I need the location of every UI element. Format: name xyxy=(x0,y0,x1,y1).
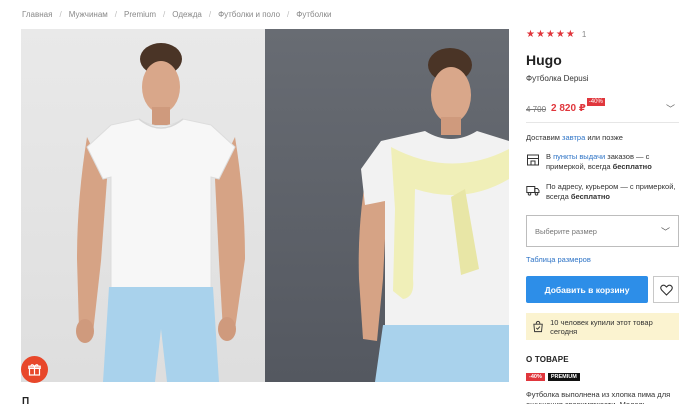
delivery-suffix: или позже xyxy=(585,133,623,142)
product-brand[interactable]: Hugo xyxy=(526,52,686,68)
breadcrumb-separator: / xyxy=(287,10,290,19)
popularity-text: 10 человек купили этот товар сегодня xyxy=(550,317,653,336)
chevron-down-icon: ﹀ xyxy=(660,226,670,237)
size-select[interactable]: Выберите размер ﹀ xyxy=(526,215,679,247)
rating-stars-icon: ★★★★★ xyxy=(526,28,576,40)
section-heading-partial: П xyxy=(22,396,30,404)
purchase-actions: Добавить в корзину xyxy=(526,276,686,303)
add-to-cart-button[interactable]: Добавить в корзину xyxy=(526,276,648,303)
product-tags: -40% PREMIUM xyxy=(526,373,686,381)
model-styled-illustration xyxy=(358,48,509,382)
courier-text: По адресу, курьером — с примеркой, всегд… xyxy=(546,182,686,202)
shopping-bag-icon xyxy=(533,320,543,333)
product-photo-front[interactable] xyxy=(21,29,265,382)
delivery-date: Доставим завтра или позже xyxy=(526,133,686,142)
discount-badge: -40% xyxy=(586,98,605,106)
product-name: Футболка Depusi xyxy=(526,74,589,83)
breadcrumb-separator: / xyxy=(114,10,118,19)
sale-tag: -40% xyxy=(526,373,545,381)
popularity-banner: 10 человек купили этот товар сегодня xyxy=(526,313,679,340)
courier-body: По адресу, курьером — с примеркой, всегд… xyxy=(546,182,676,201)
price-block[interactable]: 4 700 2 820 ₽ -40% ﹀ xyxy=(526,98,679,115)
breadcrumb-home[interactable]: Главная xyxy=(22,10,52,19)
rating-count: 1 xyxy=(581,29,587,39)
chevron-down-icon[interactable]: ﹀ xyxy=(666,102,675,115)
premium-tag: PREMIUM xyxy=(547,373,580,381)
breadcrumb-separator: / xyxy=(59,10,62,19)
product-description: Футболка выполнена из хлопка пима для ощ… xyxy=(526,390,671,404)
size-select-placeholder: Выберите размер xyxy=(535,226,597,236)
current-price: 2 820 ₽ xyxy=(551,103,586,114)
about-product-heading: О ТОВАРЕ xyxy=(526,355,569,364)
breadcrumb-clothing[interactable]: Одежда xyxy=(172,10,202,19)
breadcrumb-premium[interactable]: Premium xyxy=(124,10,156,19)
wishlist-button[interactable] xyxy=(653,276,679,303)
breadcrumb: Главная / Мужчинам / Premium / Одежда / … xyxy=(22,10,332,19)
delivery-prefix: Доставим xyxy=(526,133,563,142)
courier-free: бесплатно xyxy=(570,192,610,201)
breadcrumb-separator: / xyxy=(208,10,212,19)
gift-icon xyxy=(28,364,41,376)
size-table-link[interactable]: Таблица размеров xyxy=(526,255,686,264)
product-info-panel: ★★★★★ 1 Hugo Футболка Depusi 4 700 2 820… xyxy=(526,28,686,404)
pickup-points-link[interactable]: пункты выдачи xyxy=(553,152,605,161)
pickup-text: В пункты выдачи заказов — с примеркой, в… xyxy=(546,152,686,172)
heart-icon xyxy=(659,284,673,296)
pickup-free: бесплатно xyxy=(612,162,652,171)
courier-truck-icon xyxy=(526,186,540,196)
breadcrumb-tshirts[interactable]: Футболки xyxy=(296,10,331,19)
promo-gift-button[interactable] xyxy=(21,356,48,383)
breadcrumb-tshirts-polo[interactable]: Футболки и поло xyxy=(218,10,280,19)
divider xyxy=(526,122,679,123)
breadcrumb-separator: / xyxy=(163,10,166,19)
delivery-date-link[interactable]: завтра xyxy=(562,133,585,142)
breadcrumb-men[interactable]: Мужчинам xyxy=(69,10,108,19)
model-front-illustration xyxy=(76,43,245,382)
product-photo-styled[interactable] xyxy=(265,29,509,382)
pickup-point-icon xyxy=(527,154,539,166)
old-price: 4 700 xyxy=(526,105,547,114)
product-rating[interactable]: ★★★★★ 1 xyxy=(526,28,686,40)
product-gallery: ⟵ ⟶ xyxy=(21,29,509,382)
pickup-info: В пункты выдачи заказов — с примеркой, в… xyxy=(526,152,686,172)
courier-info: По адресу, курьером — с примеркой, всегд… xyxy=(526,182,686,202)
